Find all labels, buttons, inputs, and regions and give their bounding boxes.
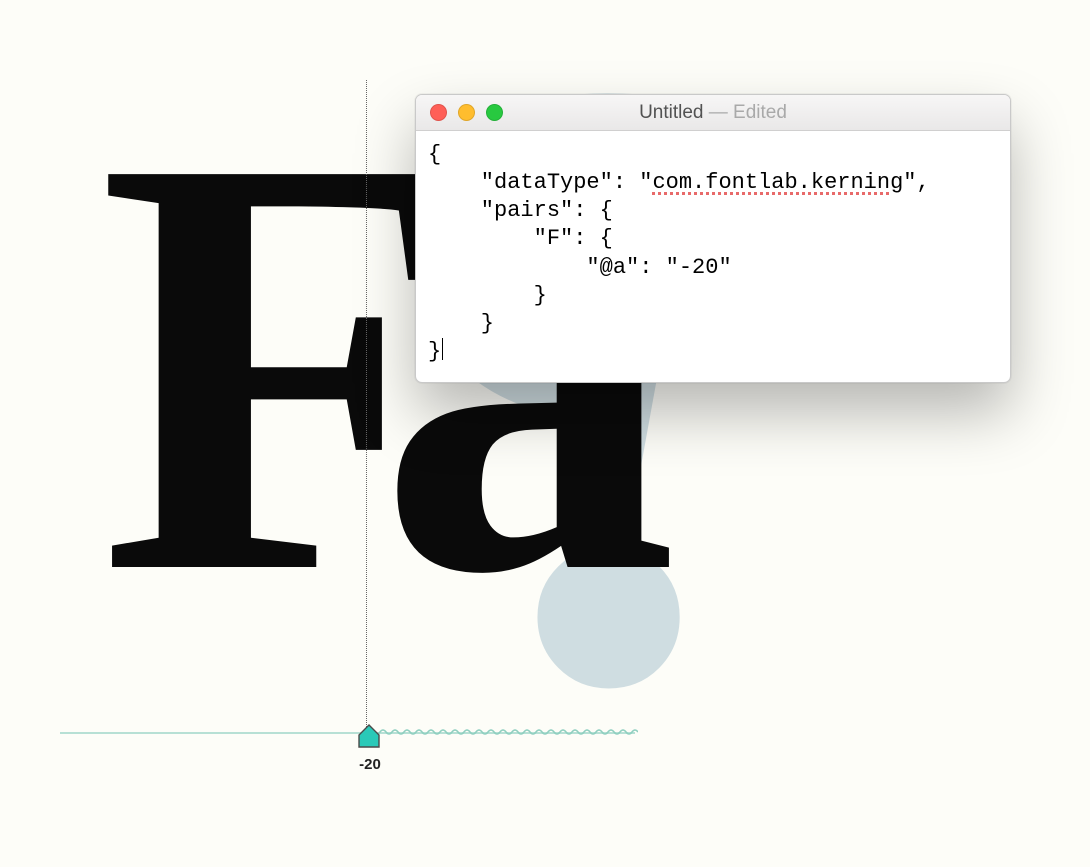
window-title-name: Untitled — [639, 102, 703, 123]
text-cursor — [442, 338, 443, 360]
close-icon[interactable] — [430, 104, 447, 121]
sidebearing-guide — [366, 80, 367, 735]
kern-handle[interactable] — [357, 723, 381, 749]
kern-value-readout: -20 — [340, 756, 400, 773]
text-editor-window[interactable]: Untitled — Edited { "dataType": "com.fon… — [415, 94, 1011, 383]
traffic-lights — [416, 104, 503, 121]
code-editor[interactable]: { "dataType": "com.fontlab.kerning", "pa… — [416, 131, 1010, 382]
zoom-icon[interactable] — [486, 104, 503, 121]
baseline-kern-indicator — [368, 728, 638, 736]
window-title: Untitled — Edited — [416, 102, 1010, 124]
window-title-status: Edited — [733, 102, 787, 123]
minimize-icon[interactable] — [458, 104, 475, 121]
window-titlebar[interactable]: Untitled — Edited — [416, 95, 1010, 131]
spellcheck-underline: com.fontlab.kerning — [652, 170, 903, 195]
